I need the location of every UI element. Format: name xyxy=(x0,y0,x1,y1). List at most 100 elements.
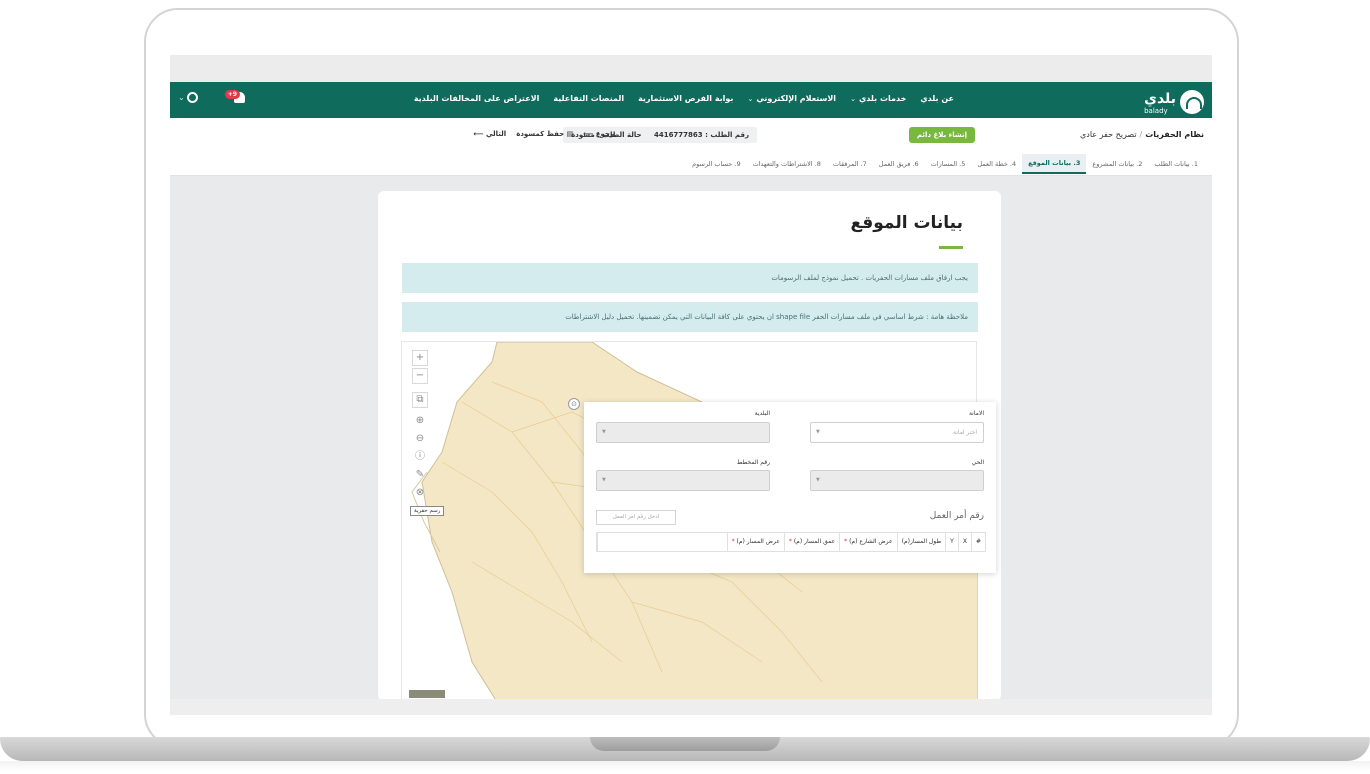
balady-logo-icon xyxy=(1180,89,1204,114)
nav-item-5[interactable]: الاعتراض على المخالفات البلدية xyxy=(414,94,540,103)
column-header-3: طول المسار(م) xyxy=(896,533,946,551)
zoom-out-icon[interactable]: ⊖ xyxy=(412,432,428,448)
nav-item-2[interactable]: الاستعلام الإلكتروني⌄ xyxy=(747,94,836,103)
nav-item-0[interactable]: عن بلدي xyxy=(920,94,954,103)
amana-label: الامانة xyxy=(968,410,984,417)
map-toolbar: + − ⧉ ⊕ ⊖ ⓘ ✎ ⊗ xyxy=(412,350,428,502)
shape-file-alert: ملاحظة هامة : شرط اساسي في ملف مسارات ال… xyxy=(402,302,978,332)
request-actions: رجوع ⟵ ▤ حفظ كمسودة التالي ⟵ xyxy=(473,130,614,138)
step-3[interactable]: 3. بيانات الموقع xyxy=(1022,154,1087,174)
step-5[interactable]: 5. المسارات xyxy=(925,155,972,173)
layers-icon[interactable]: ⧉ xyxy=(412,392,428,408)
column-header-label: X xyxy=(962,538,967,545)
logo-text: بلدي xyxy=(1144,91,1176,107)
top-navbar: بلدي balady عن بلدي خدمات بلدي⌄ الاستعلام … xyxy=(170,82,1212,118)
step-6[interactable]: 6. فريق العمل xyxy=(873,155,925,173)
nav-item-label: عن بلدي xyxy=(920,94,954,103)
plan-number-select[interactable]: ▼ xyxy=(596,470,770,491)
notifications-button[interactable]: +9 xyxy=(224,90,245,103)
draw-excavation-tooltip: رسم حفرية xyxy=(410,506,445,516)
notification-badge: +9 xyxy=(224,90,240,99)
zoom-out-button[interactable]: − xyxy=(412,368,428,384)
nav-menu: عن بلدي خدمات بلدي⌄ الاستعلام الإلكتروني⌄ ب… xyxy=(414,94,954,103)
title-underline xyxy=(939,246,963,249)
caret-down-icon: ▼ xyxy=(816,477,820,483)
nav-item-1[interactable]: خدمات بلدي⌄ xyxy=(850,94,906,103)
step-8[interactable]: 8. الاشتراطات والتعهدات xyxy=(747,155,827,173)
chevron-down-icon: ⌄ xyxy=(178,93,185,102)
column-header-6: عرض المسار (م) * xyxy=(726,533,784,551)
attach-icon[interactable]: ✎ xyxy=(412,468,428,484)
step-1[interactable]: 1. بيانات الطلب xyxy=(1148,155,1204,173)
breadcrumb-separator: / xyxy=(1139,130,1143,139)
arrow-left-icon: ⟵ xyxy=(583,130,594,138)
column-header-4: عرض الشارع (م) * xyxy=(839,533,896,551)
work-order-input[interactable]: ادخل رقم امر العمل xyxy=(596,510,676,525)
caret-down-icon: ▼ xyxy=(816,429,820,435)
collapse-panel-icon[interactable]: ⊙ xyxy=(568,398,580,410)
district-select[interactable]: ▼ xyxy=(810,470,984,491)
nav-item-3[interactable]: بوابة الفرص الاستثمارية xyxy=(638,94,733,103)
breadcrumb: نظام الحفريات/تصريح حفر عادي xyxy=(1080,130,1204,139)
browser-top-bezel xyxy=(170,55,1212,82)
caret-down-icon: ▼ xyxy=(602,477,606,483)
location-data-card: بيانات الموقع يجب ارفاق ملف مسارات الحفر… xyxy=(378,191,1001,699)
request-header: نظام الحفريات/تصريح حفر عادي إنشاء بلاغ … xyxy=(170,118,1212,176)
zoom-in-button[interactable]: + xyxy=(412,350,428,366)
step-9[interactable]: 9. حساب الرسوم xyxy=(686,155,746,173)
info-icon[interactable]: ⓘ xyxy=(412,450,428,466)
balady-logo[interactable]: بلدي balady xyxy=(1144,88,1204,115)
nav-item-label: الاستعلام الإلكتروني xyxy=(756,94,837,103)
report-button-label: إنشاء بلاغ دائم xyxy=(916,131,967,139)
draw-icon[interactable]: ⊗ xyxy=(412,486,428,502)
arrow-left-icon: ⟵ xyxy=(473,130,484,138)
column-header-label: عمق المسار (م) xyxy=(793,538,836,545)
user-icon xyxy=(186,92,198,103)
step-4[interactable]: 4. خطة العمل xyxy=(971,155,1022,173)
basemap-thumbnail[interactable] xyxy=(409,690,445,698)
column-header-empty xyxy=(597,533,727,551)
baladiya-select[interactable]: ▼ xyxy=(596,422,770,443)
save-draft-button[interactable]: ▤ حفظ كمسودة xyxy=(516,130,573,138)
amana-select[interactable]: اختر امانة ▼ xyxy=(810,422,984,443)
amana-placeholder: اختر امانة xyxy=(953,429,977,436)
attach-file-alert-text[interactable]: يجب ارفاق ملف مسارات الحفريات . تحميل نم… xyxy=(771,274,968,282)
save-icon: ▤ xyxy=(566,130,574,138)
step-2[interactable]: 2. بيانات المشروع xyxy=(1086,155,1148,173)
paths-table-header: # X Y طول المسار(م) عرض الشارع (م) * عمق المس… xyxy=(596,532,986,552)
logo-subtext: balady xyxy=(1144,107,1168,115)
screen-bottom-bezel xyxy=(170,699,1212,715)
laptop-foot xyxy=(0,761,1370,771)
save-draft-label: حفظ كمسودة xyxy=(516,130,565,138)
zoom-in-icon[interactable]: ⊕ xyxy=(412,414,428,430)
app-screen: بلدي balady عن بلدي خدمات بلدي⌄ الاستعلام … xyxy=(170,82,1212,699)
column-header-2: Y xyxy=(945,533,958,551)
nav-item-label: بوابة الفرص الاستثمارية xyxy=(638,94,734,103)
breadcrumb-system[interactable]: نظام الحفريات xyxy=(1145,130,1204,139)
chevron-down-icon: ⌄ xyxy=(850,95,856,103)
page-title: بيانات الموقع xyxy=(850,213,963,233)
user-menu[interactable]: ⌄ xyxy=(178,92,198,103)
column-header-5: عمق المسار (م) * xyxy=(783,533,839,551)
back-label: رجوع xyxy=(595,130,614,138)
column-header-label: طول المسار(م) xyxy=(901,538,942,545)
wizard-steps: 1. بيانات الطلب 2. بيانات المشروع 3. بيانا… xyxy=(686,154,1204,174)
district-label: الحي xyxy=(971,459,984,466)
nav-item-label: المنصات التفاعلية xyxy=(553,94,625,103)
back-button[interactable]: رجوع ⟵ xyxy=(583,130,614,138)
shape-file-alert-text[interactable]: ملاحظة هامة : شرط اساسي في ملف مسارات ال… xyxy=(565,313,968,321)
attach-file-alert: يجب ارفاق ملف مسارات الحفريات . تحميل نم… xyxy=(402,263,978,293)
column-header-label: عرض الشارع (م) xyxy=(849,538,893,545)
column-header-label: # xyxy=(975,538,981,545)
column-header-label: عرض المسار (م) xyxy=(736,538,780,545)
request-number: رقم الطلب : 4416777863 xyxy=(653,131,749,139)
laptop-notch xyxy=(590,737,780,751)
column-header-label: Y xyxy=(950,538,954,545)
map-view[interactable]: + − ⧉ ⊕ ⊖ ⓘ ✎ ⊗ رسم حفرية ⊙ الامانة اختر… xyxy=(401,341,996,699)
create-report-button[interactable]: إنشاء بلاغ دائم xyxy=(908,127,975,143)
nav-item-4[interactable]: المنصات التفاعلية xyxy=(553,94,624,103)
step-7[interactable]: 7. المرفقات xyxy=(827,155,873,173)
next-button[interactable]: التالي ⟵ xyxy=(473,130,506,138)
work-order-label: رقم أمر العمل xyxy=(929,511,984,521)
caret-down-icon: ▼ xyxy=(602,429,606,435)
